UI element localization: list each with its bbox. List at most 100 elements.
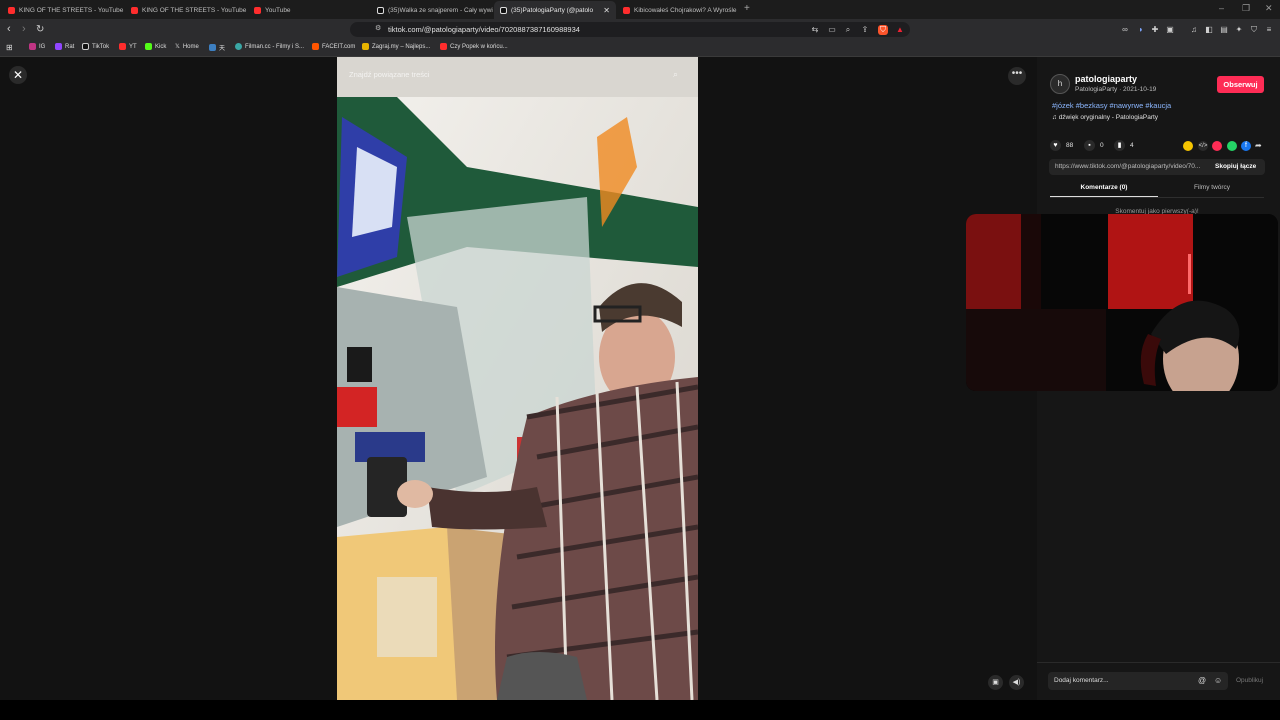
faceit-icon <box>312 43 319 50</box>
browser-tab[interactable]: YouTube <box>248 1 370 19</box>
url-text: tiktok.com/@patologiaparty/video/7020887… <box>388 25 580 34</box>
menu-icon[interactable]: ≡ <box>1264 25 1274 35</box>
browser-tab[interactable]: KING OF THE STREETS - YouTube <box>2 1 124 19</box>
video-search-text[interactable]: Znajdź powiązane treści <box>349 70 429 79</box>
os-taskbar <box>0 700 1280 720</box>
tab-title: (35)Walka ze snajperem - Cały wywi <box>388 6 493 14</box>
tab-divider <box>1050 197 1264 198</box>
cast-icon[interactable]: ▭ <box>827 25 837 35</box>
search-icon[interactable]: ⌕ <box>673 69 678 80</box>
comment-placeholder: Dodaj komentarz... <box>1054 677 1109 684</box>
more-options-icon[interactable]: ••• <box>1008 67 1026 85</box>
leo-ai-icon[interactable]: ✦ <box>1234 25 1244 35</box>
hashtags[interactable]: #józek #bezkasy #nawyrwe #kaucja <box>1052 101 1171 110</box>
whatsapp-icon[interactable] <box>1227 141 1237 151</box>
browser-tab-active[interactable]: (35)PatologiaParty (@patolo ✕ <box>494 1 616 19</box>
browser-tab[interactable]: Kibicowałeś Chojrakowi? A Wyrośle <box>617 1 739 19</box>
emoji-icon[interactable]: ☺ <box>1214 676 1222 685</box>
more-share-icon[interactable]: ➦ <box>1255 141 1262 150</box>
share-coin-icon[interactable] <box>1183 141 1193 151</box>
autoscroll-icon[interactable]: ▣ <box>988 675 1003 690</box>
tab-title: KING OF THE STREETS - YouTube <box>19 6 124 14</box>
volume-icon[interactable]: ◀) <box>1009 675 1024 690</box>
sidebar-icon[interactable]: ◧ <box>1204 25 1214 35</box>
brave-shield-icon[interactable]: ⛉ <box>878 25 888 35</box>
browser-tab[interactable]: (35)Walka ze snajperem - Cały wywi <box>371 1 493 19</box>
tab-comments[interactable]: Komentarze (0) <box>1050 184 1158 191</box>
copy-link-button[interactable]: Skopiuj łącze <box>1215 163 1256 170</box>
back-icon[interactable]: ‹ <box>7 19 11 40</box>
bookmark-item[interactable]: FACEIT.com <box>312 43 355 50</box>
bookmark-item[interactable]: IG <box>29 43 45 50</box>
x-icon: 𝕏 <box>175 44 180 50</box>
youtube-icon <box>119 43 126 50</box>
zagraj-icon <box>362 43 369 50</box>
share-icon[interactable]: ⇪ <box>860 25 870 35</box>
like-button[interactable]: ♥ 88 <box>1050 140 1073 151</box>
avatar[interactable]: h <box>1050 74 1070 94</box>
translate-icon[interactable]: ⇆ <box>810 25 820 35</box>
bookmark-item[interactable]: 𝕏 Home <box>175 43 199 51</box>
wallet-icon[interactable]: ▤ <box>1219 25 1229 35</box>
youtube-icon <box>8 6 15 14</box>
address-bar[interactable]: ⚙ tiktok.com/@patologiaparty/video/70208… <box>350 22 910 37</box>
comment-count: 0 <box>1100 142 1104 149</box>
bookmark-item[interactable]: YT <box>119 43 137 50</box>
heart-icon: ♥ <box>1050 140 1061 151</box>
restore-icon[interactable]: ❐ <box>1242 3 1250 14</box>
youtube-icon <box>131 6 138 14</box>
tab-creator-videos[interactable]: Filmy twórcy <box>1158 184 1266 191</box>
screenshot-icon[interactable]: ▣ <box>1165 25 1175 35</box>
follow-button[interactable]: Obserwuj <box>1217 76 1264 93</box>
brave-rewards-icon[interactable]: ▲ <box>895 25 905 35</box>
save-button[interactable]: ▮ 4 <box>1114 140 1134 151</box>
bookmark-item[interactable]: Czy Popek w końcu... <box>440 43 508 50</box>
site-info-icon[interactable]: ⚙ <box>375 24 381 32</box>
tab-title: KING OF THE STREETS - YouTube <box>142 6 247 14</box>
author-username[interactable]: patologiaparty <box>1075 74 1137 84</box>
comment-divider <box>1037 662 1280 663</box>
minimize-icon[interactable]: – <box>1219 3 1224 13</box>
facebook-icon[interactable]: f <box>1241 141 1251 151</box>
browser-tab[interactable]: KING OF THE STREETS - YouTube <box>125 1 247 19</box>
close-tab-icon[interactable]: ✕ <box>603 6 610 15</box>
tiktok-icon <box>377 6 384 14</box>
tiktok-icon <box>82 43 89 50</box>
bookmark-item[interactable]: Rat <box>55 43 74 50</box>
vpn-icon[interactable]: ∞ <box>1120 25 1130 35</box>
bookmark-item[interactable]: TikTok <box>82 43 109 50</box>
post-comment-button[interactable]: Opublikuj <box>1236 677 1263 684</box>
apps-grid-icon[interactable]: ⊞ <box>6 43 13 52</box>
close-window-icon[interactable]: ✕ <box>1265 3 1273 14</box>
video-link-text[interactable]: https://www.tiktok.com/@patologiaparty/v… <box>1055 163 1208 170</box>
bookmark-item[interactable]: 天 <box>209 43 225 52</box>
tiktok-icon <box>500 6 507 14</box>
send-to-friend-icon[interactable] <box>1212 141 1222 151</box>
l-icon <box>209 44 216 51</box>
zoom-icon[interactable]: ⌕ <box>843 25 853 35</box>
video-frame <box>337 57 698 700</box>
extension-icon[interactable]: ◑ <box>1135 25 1145 35</box>
tab-title: YouTube <box>265 6 291 14</box>
new-tab-icon[interactable]: + <box>744 3 750 14</box>
extensions-puzzle-icon[interactable]: ✚ <box>1150 25 1160 35</box>
youtube-icon <box>623 6 630 14</box>
bookmark-item[interactable]: Filman.cc - Filmy i S... <box>235 43 304 50</box>
vpn-shield-icon[interactable]: ⛉ <box>1249 25 1259 35</box>
music-info[interactable]: ♫ dźwięk oryginalny - PatologiaParty <box>1052 114 1158 121</box>
embed-icon[interactable]: </> <box>1198 141 1208 151</box>
comment-button[interactable]: ▪ 0 <box>1084 140 1104 151</box>
tab-title: Kibicowałeś Chojrakowi? A Wyrośle <box>634 6 737 14</box>
bookmark-item[interactable]: Zagraj.my – Najleps... <box>362 43 430 50</box>
music-note-icon: ♫ <box>1052 114 1059 121</box>
bookmark-item[interactable]: Kick <box>145 43 166 50</box>
youtube-icon <box>440 43 447 50</box>
webcam-overlay <box>966 214 1278 391</box>
video-player[interactable]: Znajdź powiązane treści ⌕ <box>337 57 698 700</box>
mention-icon[interactable]: @ <box>1198 676 1206 685</box>
kick-icon <box>145 43 152 50</box>
reload-icon[interactable]: ↻ <box>36 19 44 40</box>
media-icon[interactable]: ♫ <box>1189 25 1199 35</box>
close-video-button[interactable]: ✕ <box>9 66 27 84</box>
forward-icon[interactable]: › <box>22 19 26 40</box>
